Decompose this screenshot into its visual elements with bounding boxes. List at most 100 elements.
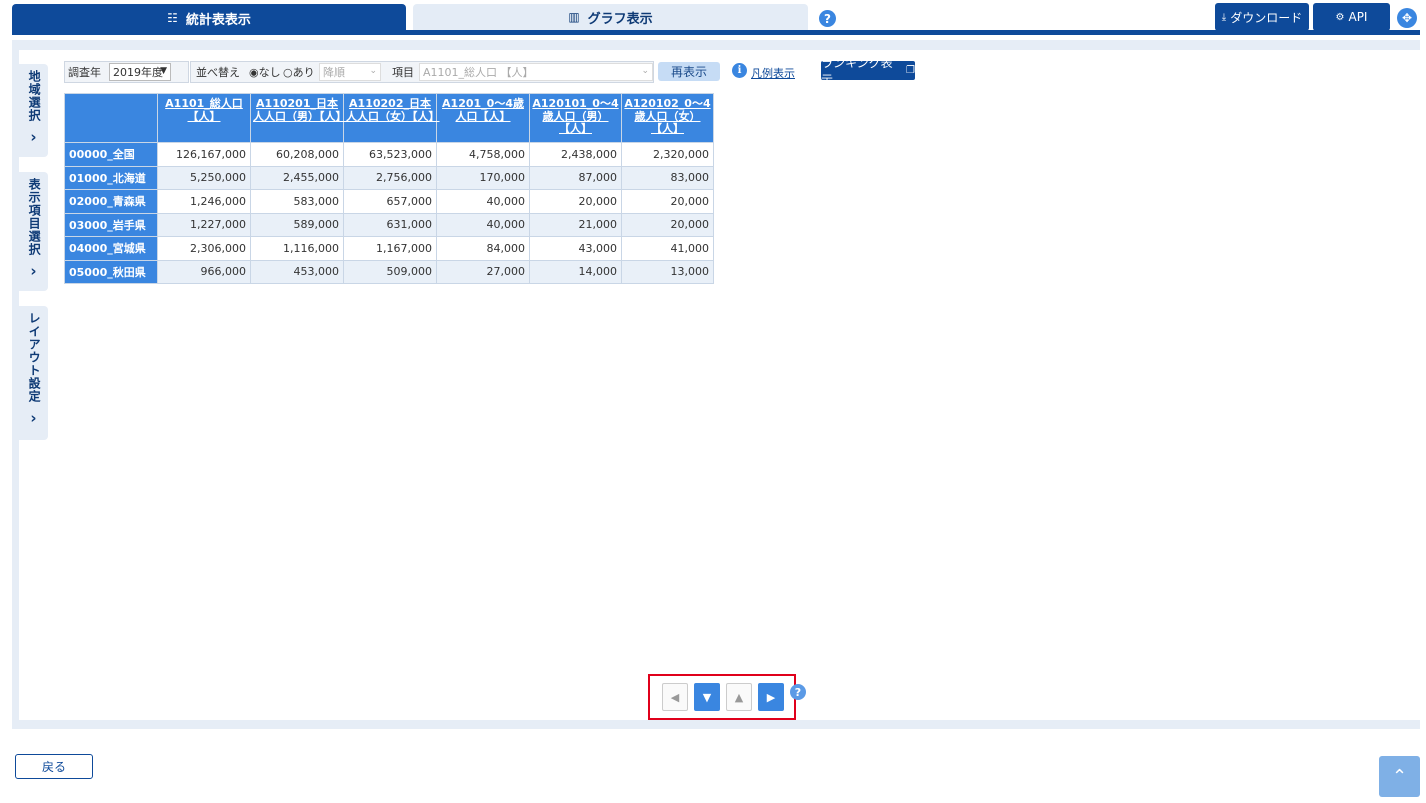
table-cell: 589,000 [250, 212, 344, 237]
help-icon[interactable]: ? [819, 10, 836, 27]
sort-yes-label: あり [292, 66, 315, 79]
ranking-label: ランキング表示 [821, 55, 893, 87]
table-row: 04000_宮城県 2,306,000 1,116,000 1,167,000 … [64, 236, 714, 261]
table-cell: 509,000 [343, 259, 437, 284]
table-cell: 20,000 [529, 189, 622, 214]
table-cell: 2,320,000 [621, 142, 714, 167]
row-header: 05000_秋田県 [64, 259, 158, 284]
table-cell: 631,000 [343, 212, 437, 237]
fullscreen-icon[interactable]: ✥ [1397, 8, 1417, 28]
table-cell: 2,455,000 [250, 165, 344, 190]
chevron-down-icon: ⌄ [369, 66, 377, 76]
item-select-value: A1101_総人口 【人】 [423, 66, 534, 79]
item-label: 項目 [392, 66, 414, 79]
table-cell: 2,306,000 [157, 236, 251, 261]
table-cell: 27,000 [436, 259, 530, 284]
table-cell: 20,000 [621, 189, 714, 214]
table-cell: 60,208,000 [250, 142, 344, 167]
ranking-button[interactable]: ランキング表示 ❐ [821, 56, 915, 87]
column-header[interactable]: A110201_日本人人口（男）【人】 [250, 93, 347, 143]
table-row: 01000_北海道 5,250,000 2,455,000 2,756,000 … [64, 165, 714, 190]
scroll-to-top-button[interactable]: ⌃ [1379, 756, 1420, 797]
row-header: 01000_北海道 [64, 165, 158, 190]
back-button[interactable]: 戻る [15, 754, 93, 779]
column-header[interactable]: A120101_0～4歳人口（男）【人】 [529, 93, 622, 143]
sort-none-label: なし [258, 66, 281, 79]
column-header[interactable]: A110202_日本人人口（女）【人】 [343, 93, 440, 143]
pager-prev-row-button[interactable]: ▲ [726, 683, 752, 711]
download-button[interactable]: ⤓ ダウンロード [1215, 3, 1309, 31]
caret-up-icon: ▲ [734, 690, 744, 704]
column-header[interactable]: A1101_総人口【人】 [157, 93, 251, 143]
table-cell: 63,523,000 [343, 142, 437, 167]
table-cell: 40,000 [436, 189, 530, 214]
table-cell: 583,000 [250, 189, 344, 214]
table-cell: 84,000 [436, 236, 530, 261]
table-cell: 1,167,000 [343, 236, 437, 261]
side-tab-item-select[interactable]: 表示項目選択 › [19, 172, 48, 291]
table-cell: 657,000 [343, 189, 437, 214]
tab-underline [12, 30, 1420, 35]
table-cell: 4,758,000 [436, 142, 530, 167]
row-header: 02000_青森県 [64, 189, 158, 214]
item-select[interactable]: A1101_総人口 【人】 ⌄ [419, 63, 653, 81]
info-icon[interactable]: i [732, 63, 747, 78]
tab-table-view[interactable]: ☷ 統計表表示 [12, 4, 406, 32]
new-window-icon: ❐ [906, 65, 915, 76]
table-cell: 21,000 [529, 212, 622, 237]
table-cell: 5,250,000 [157, 165, 251, 190]
table-cell: 1,227,000 [157, 212, 251, 237]
side-tab-area-select[interactable]: 地域選択 › [19, 64, 48, 157]
pager-help-icon[interactable]: ? [790, 684, 806, 700]
chevron-right-icon: › [30, 409, 37, 427]
api-label: API [1348, 10, 1368, 24]
chevron-up-icon: ⌃ [1391, 766, 1408, 787]
caret-left-icon: ◀ [670, 690, 680, 704]
table-cell: 1,246,000 [157, 189, 251, 214]
download-label: ダウンロード [1230, 10, 1303, 25]
table-cell: 170,000 [436, 165, 530, 190]
table-row: 02000_青森県 1,246,000 583,000 657,000 40,0… [64, 189, 714, 214]
row-header: 00000_全国 [64, 142, 158, 167]
sort-none-radio[interactable]: ◉なし [249, 64, 281, 80]
table-cell: 453,000 [250, 259, 344, 284]
chevron-down-icon: ▼ [160, 66, 167, 76]
pager-prev-column-button[interactable]: ◀ [662, 683, 688, 711]
sort-yes-radio[interactable]: ○あり [283, 64, 315, 80]
caret-down-icon: ▼ [702, 690, 712, 704]
side-tab-layout-settings[interactable]: レイアウト設定 › [19, 306, 48, 440]
chevron-right-icon: › [30, 262, 37, 280]
legend-link[interactable]: 凡例表示 [751, 65, 795, 81]
redisplay-label: 再表示 [670, 65, 707, 79]
statistics-table: A1101_総人口【人】 A110201_日本人人口（男）【人】 A110202… [64, 93, 714, 284]
tab-graph-view[interactable]: ▥ グラフ表示 [413, 4, 808, 30]
year-select[interactable]: 2019年度 ▼ [109, 63, 171, 81]
side-tab-items-label: 表示項目選択 [27, 178, 42, 256]
sort-label: 並べ替え [196, 66, 240, 79]
table-cell: 2,438,000 [529, 142, 622, 167]
order-select[interactable]: 降順 ⌄ [319, 63, 381, 81]
row-header: 04000_宮城県 [64, 236, 158, 261]
table-cell: 1,116,000 [250, 236, 344, 261]
tab-graph-label: グラフ表示 [587, 11, 653, 27]
table-cell: 126,167,000 [157, 142, 251, 167]
api-button[interactable]: ⚙ API [1313, 3, 1390, 31]
tab-table-label: 統計表表示 [185, 12, 251, 28]
table-cell: 14,000 [529, 259, 622, 284]
redisplay-button[interactable]: 再表示 [658, 62, 720, 81]
pager-next-row-button[interactable]: ▼ [694, 683, 720, 711]
bar-chart-icon: ▥ [568, 10, 580, 24]
column-header[interactable]: A120102_0～4歳人口（女）【人】 [621, 93, 714, 143]
table-cell: 2,756,000 [343, 165, 437, 190]
table-cell: 13,000 [621, 259, 714, 284]
table-row: 00000_全国 126,167,000 60,208,000 63,523,0… [64, 142, 714, 167]
pager-next-column-button[interactable]: ▶ [758, 683, 784, 711]
table-grid-icon: ☷ [167, 11, 178, 25]
table-row: 05000_秋田県 966,000 453,000 509,000 27,000… [64, 259, 714, 284]
top-bar: ☷ 統計表表示 ▥ グラフ表示 ? ⤓ ダウンロード ⚙ API ✥ [0, 0, 1426, 36]
table-row: 03000_岩手県 1,227,000 589,000 631,000 40,0… [64, 212, 714, 237]
column-header[interactable]: A1201_0～4歳人口【人】 [436, 93, 530, 143]
table-cell: 40,000 [436, 212, 530, 237]
table-cell: 87,000 [529, 165, 622, 190]
table-cell: 20,000 [621, 212, 714, 237]
